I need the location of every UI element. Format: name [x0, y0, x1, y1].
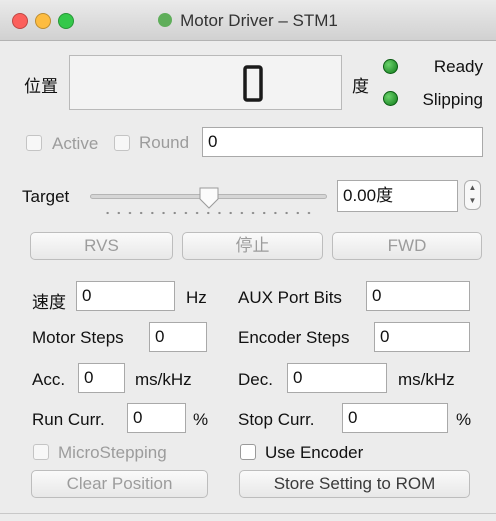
slipping-label: Slipping	[422, 90, 484, 109]
stop-curr-unit: %	[456, 410, 472, 429]
position-unit: 度	[352, 77, 369, 96]
encoder-steps-input[interactable]: 0	[374, 322, 470, 352]
window-title-wrap: Motor Driver – STM1	[0, 11, 496, 31]
target-label: Target	[22, 187, 70, 206]
window-title: Motor Driver – STM1	[180, 11, 338, 30]
dec-input[interactable]: 0	[287, 363, 387, 393]
window-bottom-divider	[0, 513, 496, 514]
position-label: 位置	[24, 77, 58, 96]
round-label: Round	[139, 133, 190, 152]
rvs-button[interactable]: RVS	[30, 232, 173, 260]
ready-label: Ready	[433, 57, 483, 76]
target-slider-ticks	[102, 211, 318, 215]
store-setting-button[interactable]: Store Setting to ROM	[239, 470, 470, 498]
stop-curr-input[interactable]: 0	[342, 403, 448, 433]
active-checkbox[interactable]	[26, 135, 42, 151]
stepper-up-icon[interactable]: ▲	[465, 181, 480, 194]
speed-unit: Hz	[186, 288, 207, 307]
slipping-led-icon	[383, 91, 398, 106]
position-digit	[243, 65, 263, 102]
stop-curr-label: Stop Curr.	[238, 410, 315, 429]
target-input[interactable]: 0.00度	[337, 180, 458, 212]
app-icon	[158, 13, 173, 27]
run-curr-label: Run Curr.	[32, 410, 105, 429]
dec-unit: ms/kHz	[398, 370, 455, 389]
dec-label: Dec.	[238, 370, 273, 389]
aux-input[interactable]: 0	[366, 281, 470, 311]
acc-label: Acc.	[32, 370, 66, 389]
aux-label: AUX Port Bits	[238, 288, 342, 307]
speed-label: 速度	[32, 293, 66, 312]
acc-input[interactable]: 0	[78, 363, 125, 393]
stepper-down-icon[interactable]: ▼	[465, 194, 480, 207]
speed-input[interactable]: 0	[76, 281, 175, 311]
active-label: Active	[52, 134, 99, 153]
acc-unit: ms/kHz	[135, 370, 192, 389]
use-encoder-checkbox[interactable]	[240, 444, 256, 460]
encoder-steps-label: Encoder Steps	[238, 328, 350, 347]
target-slider-thumb[interactable]	[198, 186, 220, 210]
use-encoder-label: Use Encoder	[265, 443, 364, 462]
round-input[interactable]: 0	[202, 127, 483, 157]
ready-led-icon	[383, 59, 398, 74]
motor-steps-label: Motor Steps	[32, 328, 124, 347]
clear-position-button[interactable]: Clear Position	[31, 470, 208, 498]
run-curr-input[interactable]: 0	[127, 403, 186, 433]
microstepping-label: MicroStepping	[58, 443, 167, 462]
microstepping-checkbox[interactable]	[33, 444, 49, 460]
motor-steps-input[interactable]: 0	[149, 322, 207, 352]
fwd-button[interactable]: FWD	[332, 232, 482, 260]
position-display	[69, 55, 342, 110]
stop-button[interactable]: 停止	[182, 232, 323, 260]
round-checkbox[interactable]	[114, 135, 130, 151]
run-curr-unit: %	[193, 410, 209, 429]
target-stepper[interactable]: ▲ ▼	[464, 180, 481, 210]
